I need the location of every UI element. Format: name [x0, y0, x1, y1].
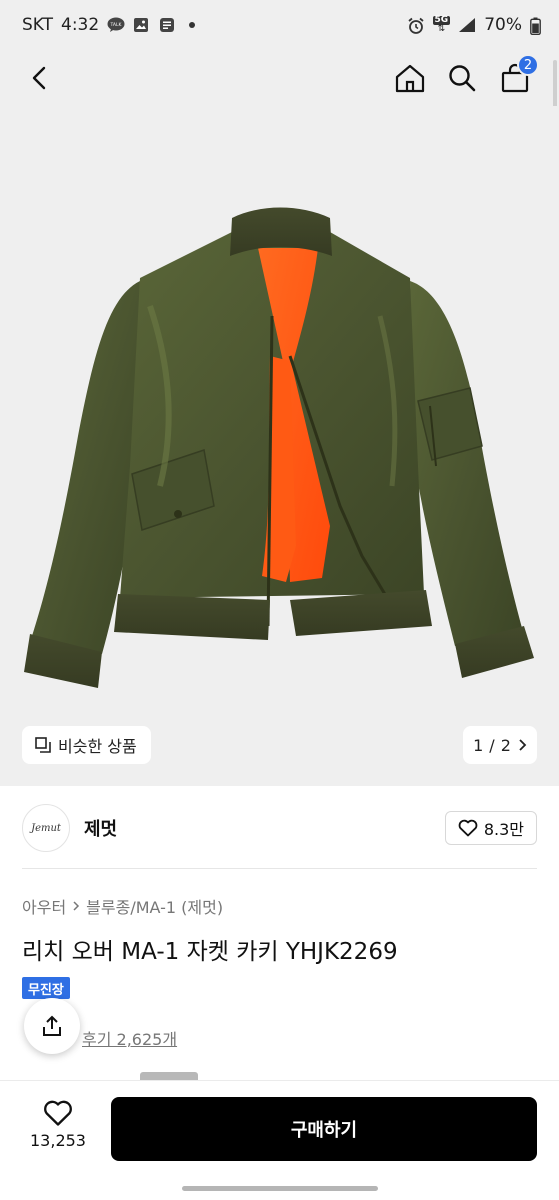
talk-notification-icon: TALK	[107, 17, 125, 33]
network-indicator: 5G ⇅	[432, 16, 451, 34]
purchase-bar: 13,253 구매하기	[0, 1080, 559, 1172]
status-left: SKT 4:32 TALK	[22, 15, 196, 35]
similar-products-label: 비슷한 상품	[58, 737, 137, 756]
pager-separator: /	[489, 735, 495, 755]
search-button[interactable]	[444, 60, 480, 96]
notes-notification-icon	[159, 17, 177, 33]
pager-total: 2	[500, 735, 511, 755]
brand-name[interactable]: 제멋	[84, 815, 117, 841]
status-bar: SKT 4:32 TALK 5G ⇅ 70%	[0, 0, 559, 50]
similar-products-button[interactable]: 비슷한 상품	[22, 726, 151, 764]
share-icon	[43, 1015, 61, 1036]
copy-squares-icon	[35, 737, 51, 753]
gallery-notification-icon	[133, 17, 151, 33]
section-divider	[22, 868, 537, 869]
heart-icon	[44, 1100, 72, 1126]
product-title: 리치 오버 MA-1 자켓 카키 YHJK2269	[22, 939, 398, 965]
back-button[interactable]	[22, 60, 58, 96]
signal-icon	[458, 17, 476, 33]
wishlist-count: 13,253	[30, 1131, 86, 1150]
alarm-icon	[407, 17, 425, 34]
review-count-link[interactable]: 후기 2,625개	[82, 1026, 177, 1050]
cart-count-badge: 2	[517, 54, 539, 76]
data-arrows-icon: ⇅	[437, 24, 446, 34]
product-image-gallery[interactable]: 비슷한 상품 1 / 2	[0, 106, 559, 786]
home-gesture-handle[interactable]	[182, 1186, 378, 1191]
wishlist-button[interactable]: 13,253	[22, 1099, 94, 1150]
back-arrow-icon	[32, 66, 46, 90]
home-icon	[395, 64, 425, 93]
system-navigation-bar	[0, 1172, 559, 1200]
brand-row: Jemut 제멋 8.3만	[22, 800, 537, 856]
cart-button[interactable]: 2	[497, 54, 539, 96]
search-icon	[449, 65, 476, 92]
brand-logo[interactable]: Jemut	[22, 804, 70, 852]
pager-current: 1	[473, 735, 484, 755]
product-photo-jacket	[24, 207, 534, 688]
brand-like-button[interactable]: 8.3만	[444, 811, 537, 845]
share-button[interactable]	[24, 998, 80, 1054]
top-navigation: 2	[0, 50, 559, 106]
carrier-label: SKT	[22, 15, 54, 35]
buy-button[interactable]: 구매하기	[111, 1097, 537, 1161]
battery-icon	[530, 17, 541, 35]
category-breadcrumb: 아우터 블루종/MA-1 (제멋)	[22, 894, 223, 918]
breadcrumb-chevron-icon	[73, 901, 80, 911]
status-right: 5G ⇅ 70%	[407, 15, 541, 35]
heart-outline-icon	[458, 819, 478, 837]
breadcrumb-sub-category[interactable]: 블루종/MA-1 (제멋)	[86, 894, 223, 918]
brand-like-count: 8.3만	[483, 820, 524, 839]
chevron-right-icon	[519, 739, 527, 751]
breadcrumb-main-category[interactable]: 아우터	[22, 894, 66, 918]
clock: 4:32	[61, 15, 100, 35]
image-pager[interactable]: 1 / 2	[463, 726, 537, 764]
promo-tag-badge: 무진장	[22, 977, 70, 999]
battery-percent: 70%	[484, 15, 522, 35]
home-button[interactable]	[392, 60, 428, 96]
svg-text:TALK: TALK	[110, 22, 123, 28]
more-notifications-dot	[189, 22, 196, 28]
